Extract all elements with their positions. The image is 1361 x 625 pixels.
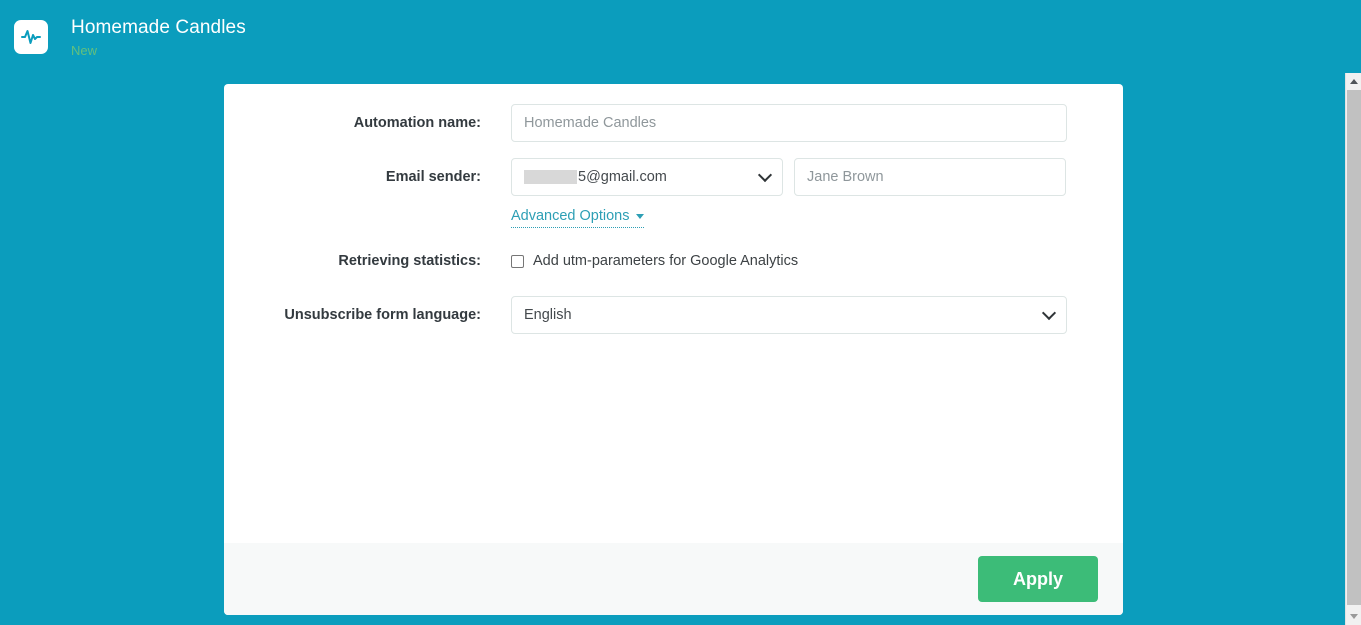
scroll-up-arrow-glyph bbox=[1350, 79, 1358, 84]
page-title: Homemade Candles bbox=[71, 18, 246, 37]
scroll-down-arrow-glyph bbox=[1350, 614, 1358, 619]
scrollbar-thumb[interactable] bbox=[1347, 90, 1361, 605]
advanced-options-spacer bbox=[224, 206, 511, 228]
unsubscribe-language-select-wrap: English bbox=[511, 296, 1067, 334]
apply-button[interactable]: Apply bbox=[978, 556, 1098, 602]
unsubscribe-language-row: Unsubscribe form language: English bbox=[224, 296, 1123, 334]
retrieving-statistics-label: Retrieving statistics: bbox=[224, 242, 511, 280]
automation-name-row: Automation name: bbox=[224, 104, 1123, 142]
advanced-options-row: Advanced Options bbox=[224, 206, 1123, 228]
redacted-email-prefix bbox=[524, 170, 577, 184]
caret-down-icon bbox=[636, 214, 644, 219]
utm-parameters-checkbox-line: Add utm-parameters for Google Analytics bbox=[511, 242, 798, 280]
utm-parameters-checkbox-label[interactable]: Add utm-parameters for Google Analytics bbox=[533, 242, 798, 280]
status-badge: New bbox=[71, 44, 246, 57]
settings-form: Automation name: Email sender: 5@gmail.c… bbox=[224, 84, 1123, 543]
email-sender-row: Email sender: 5@gmail.com bbox=[224, 158, 1123, 196]
email-sender-address: 5@gmail.com bbox=[578, 169, 667, 185]
unsubscribe-language-control: English bbox=[511, 296, 1123, 334]
vertical-scrollbar[interactable] bbox=[1345, 73, 1361, 625]
settings-card: Automation name: Email sender: 5@gmail.c… bbox=[224, 84, 1123, 615]
email-sender-control: 5@gmail.com bbox=[511, 158, 1123, 196]
automation-name-label: Automation name: bbox=[224, 104, 511, 142]
automation-name-input[interactable] bbox=[511, 104, 1067, 142]
page-header: Homemade Candles New bbox=[0, 0, 1345, 84]
advanced-options-toggle[interactable]: Advanced Options bbox=[511, 206, 644, 228]
header-text-block: Homemade Candles New bbox=[71, 18, 246, 57]
card-footer: Apply bbox=[224, 543, 1123, 615]
advanced-options-label: Advanced Options bbox=[511, 206, 630, 226]
email-sender-select-wrap: 5@gmail.com bbox=[511, 158, 783, 196]
retrieving-statistics-row: Retrieving statistics: Add utm-parameter… bbox=[224, 242, 1123, 280]
unsubscribe-language-label: Unsubscribe form language: bbox=[224, 296, 511, 334]
unsubscribe-language-select[interactable]: English bbox=[511, 296, 1067, 334]
scroll-up-arrow-icon[interactable] bbox=[1346, 73, 1361, 90]
email-sender-label: Email sender: bbox=[224, 158, 511, 196]
scroll-down-arrow-icon[interactable] bbox=[1346, 608, 1361, 625]
utm-parameters-checkbox[interactable] bbox=[511, 255, 524, 268]
advanced-options-control: Advanced Options bbox=[511, 206, 1123, 228]
retrieving-statistics-control: Add utm-parameters for Google Analytics bbox=[511, 242, 1123, 280]
pulse-wave-icon bbox=[14, 20, 48, 54]
automation-name-control bbox=[511, 104, 1123, 142]
email-sender-select[interactable]: 5@gmail.com bbox=[511, 158, 783, 196]
app-page: Homemade Candles New Automation name: Em… bbox=[0, 0, 1361, 625]
sender-name-input[interactable] bbox=[794, 158, 1066, 196]
